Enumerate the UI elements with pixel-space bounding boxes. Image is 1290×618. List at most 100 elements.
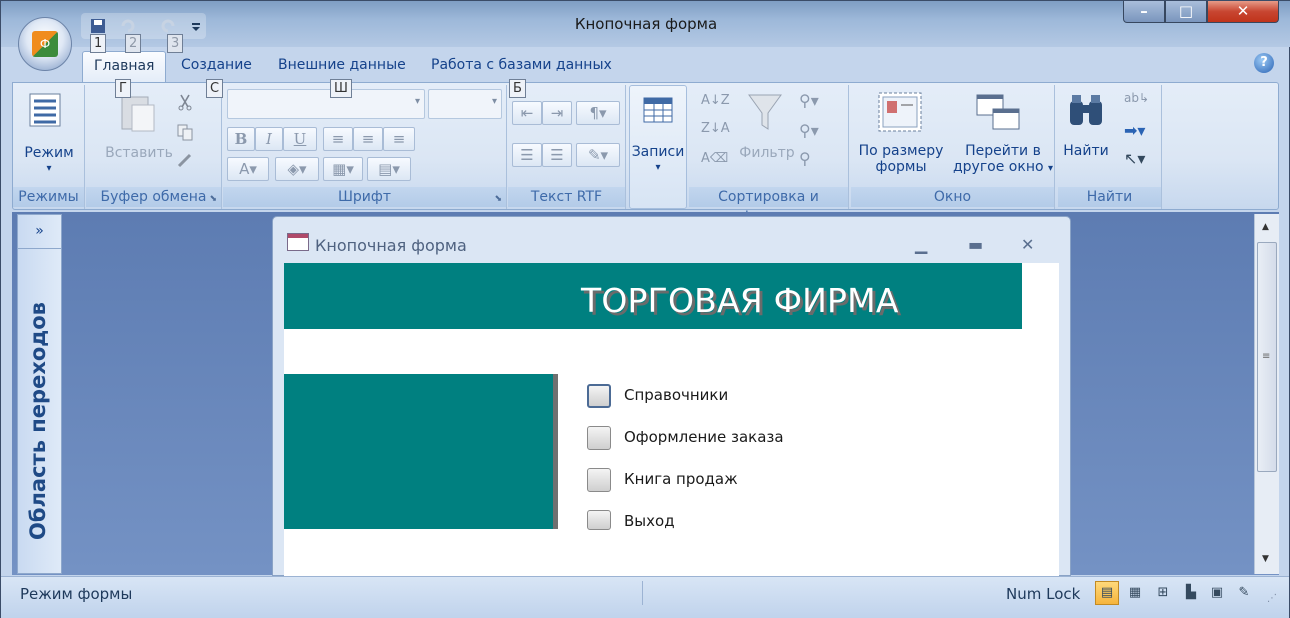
switchboard-label[interactable]: Книга продаж: [624, 470, 738, 488]
font-size-combobox[interactable]: ▾: [428, 89, 502, 119]
design-view-icon[interactable]: ✎: [1232, 581, 1256, 605]
switchboard-button-sales-book[interactable]: [587, 468, 611, 492]
keytip-rtf: Б: [509, 79, 526, 98]
fit-to-form-label-2: формы: [875, 159, 927, 175]
close-icon: ✕: [1236, 2, 1250, 20]
switchboard-label[interactable]: Справочники: [624, 386, 728, 404]
group-find: Найти ab↳ ➡▾ ↖▾ Найти: [1058, 85, 1162, 209]
vertical-scrollbar[interactable]: ▲ ≡ ▼: [1254, 214, 1279, 574]
form-icon: [287, 233, 309, 251]
redo-icon[interactable]: [159, 17, 177, 35]
layout-view-icon[interactable]: ▣: [1205, 581, 1229, 605]
customize-icon[interactable]: [187, 17, 205, 35]
keytip-create: С: [206, 79, 224, 98]
scrollbar-thumb[interactable]: ≡: [1257, 242, 1277, 472]
goto-icon[interactable]: ➡▾: [1124, 121, 1145, 140]
title-bar: Кнопочная форма 1 2 3 – □ ✕: [1, 1, 1290, 53]
group-font: ▾ ▾ B I U ≡ ≡ ≡ A▾ ◈▾ ▦▾ ▤▾ Шрифт ⬊: [223, 85, 507, 209]
highlight-icon[interactable]: ✎▾: [576, 143, 620, 167]
status-num-lock: Num Lock: [1006, 585, 1081, 603]
scroll-up-icon[interactable]: ▲: [1262, 222, 1269, 232]
paste-button[interactable]: Вставить: [96, 145, 182, 161]
sort-ascending-icon[interactable]: A↓Z: [701, 93, 730, 108]
form-minimize-icon[interactable]: ▁: [915, 235, 927, 254]
form-close-icon[interactable]: ✕: [1021, 235, 1034, 254]
increase-indent-icon[interactable]: ⇥: [542, 101, 572, 125]
maximize-button[interactable]: □: [1165, 1, 1207, 23]
bold-button[interactable]: B: [227, 127, 255, 151]
switch-windows-button[interactable]: Перейти в другое окно ▾: [951, 143, 1055, 175]
group-sort-filter: A↓Z Z↓A A⌫ Фильтр ⚲▾ ⚲▾ ⚲ Сортировка и ф…: [689, 85, 849, 225]
decrease-indent-icon[interactable]: ⇤: [512, 101, 542, 125]
paragraph-direction-icon[interactable]: ¶▾: [576, 101, 620, 125]
header-title: ТОРГОВАЯ ФИРМА: [581, 281, 899, 320]
font-color-icon[interactable]: A▾: [227, 157, 269, 181]
gridlines-icon[interactable]: ▦▾: [323, 157, 363, 181]
fill-color-icon[interactable]: ◈▾: [275, 157, 319, 181]
switchboard-form: ТОРГОВАЯ ФИРМА Справочники Оформление за…: [284, 263, 1059, 576]
filter-button[interactable]: Фильтр: [739, 145, 795, 161]
replace-icon[interactable]: ab↳: [1124, 91, 1149, 105]
find-button[interactable]: Найти: [1058, 143, 1114, 159]
chevron-down-icon: ▾: [46, 163, 52, 174]
copy-icon[interactable]: [176, 123, 194, 141]
tab-external-data[interactable]: Внешние данные: [268, 55, 416, 81]
minimize-button[interactable]: –: [1123, 1, 1165, 23]
dialog-launcher-icon[interactable]: ⬊: [209, 194, 217, 204]
office-logo-icon: Ф: [32, 31, 58, 57]
align-left-icon[interactable]: ≡: [323, 127, 353, 151]
records-button[interactable]: Записи ▾: [629, 85, 687, 209]
format-painter-icon[interactable]: [176, 151, 194, 169]
save-icon[interactable]: [89, 17, 107, 35]
switchboard-label[interactable]: Выход: [624, 512, 675, 530]
switch-windows-label-1: Перейти в: [965, 143, 1041, 159]
scroll-down-icon[interactable]: ▼: [1262, 554, 1269, 564]
tab-create[interactable]: Создание: [171, 55, 262, 81]
datasheet-view-icon[interactable]: ▦: [1123, 581, 1147, 605]
undo-icon[interactable]: [119, 17, 137, 35]
help-icon[interactable]: ?: [1254, 53, 1274, 73]
close-button[interactable]: ✕: [1207, 1, 1279, 23]
sort-descending-icon[interactable]: Z↓A: [701, 121, 730, 136]
group-label-rtf: Текст RTF: [508, 187, 625, 207]
switchboard-label[interactable]: Оформление заказа: [624, 428, 784, 446]
switchboard-button-exit[interactable]: [587, 510, 611, 530]
switchboard-button-references[interactable]: [587, 384, 611, 408]
nav-pane-label[interactable]: Область переходов: [26, 271, 50, 571]
keytip-font: Ш: [330, 79, 352, 98]
fit-to-form-button[interactable]: По размеру формы: [851, 143, 951, 175]
numbering-icon[interactable]: ☰: [512, 143, 542, 167]
advanced-filter-icon[interactable]: ⚲▾: [799, 121, 819, 140]
switchboard-button-order[interactable]: [587, 426, 611, 450]
align-right-icon[interactable]: ≡: [383, 127, 415, 151]
cut-icon[interactable]: [176, 93, 194, 111]
form-maximize-icon[interactable]: ▬: [968, 235, 983, 254]
selection-filter-icon[interactable]: ⚲▾: [799, 91, 819, 110]
resize-grip-icon[interactable]: ⋰: [1267, 593, 1277, 604]
tab-database-tools[interactable]: Работа с базами данных: [421, 55, 622, 81]
font-name-combobox[interactable]: ▾: [227, 89, 425, 119]
filter-icon: [748, 94, 782, 130]
align-center-icon[interactable]: ≡: [353, 127, 383, 151]
toggle-filter-icon[interactable]: ⚲: [799, 149, 811, 168]
alternate-fill-icon[interactable]: ▤▾: [367, 157, 411, 181]
switch-windows-icon: [976, 94, 1020, 130]
dialog-launcher-icon[interactable]: ⬊: [494, 194, 502, 204]
keytip-2: 2: [125, 34, 142, 53]
office-button[interactable]: Ф: [18, 17, 72, 71]
form-view-icon[interactable]: ▤: [1095, 581, 1119, 605]
pivot-table-view-icon[interactable]: ⊞: [1151, 581, 1175, 605]
bullets-icon[interactable]: ☰: [542, 143, 572, 167]
fit-to-form-label-1: По размеру: [858, 143, 944, 159]
select-icon[interactable]: ↖▾: [1124, 149, 1145, 168]
keytip-clipboard: Г: [115, 79, 131, 98]
pivot-chart-view-icon[interactable]: ▙: [1179, 581, 1203, 605]
clear-sort-icon[interactable]: A⌫: [701, 151, 728, 166]
view-mode-button[interactable]: Режим: [13, 145, 85, 161]
status-bar: Режим формы Num Lock ▤ ▦ ⊞ ▙ ▣ ✎ ⋰: [1, 576, 1289, 618]
switch-windows-label-2: другое окно: [952, 159, 1044, 175]
italic-button[interactable]: I: [255, 127, 283, 151]
form-window: Кнопочная форма ▁ ▬ ✕ ТОРГОВАЯ ФИРМА Спр…: [272, 216, 1071, 576]
nav-pane-toggle[interactable]: »: [18, 215, 61, 249]
underline-button[interactable]: U: [283, 127, 317, 151]
